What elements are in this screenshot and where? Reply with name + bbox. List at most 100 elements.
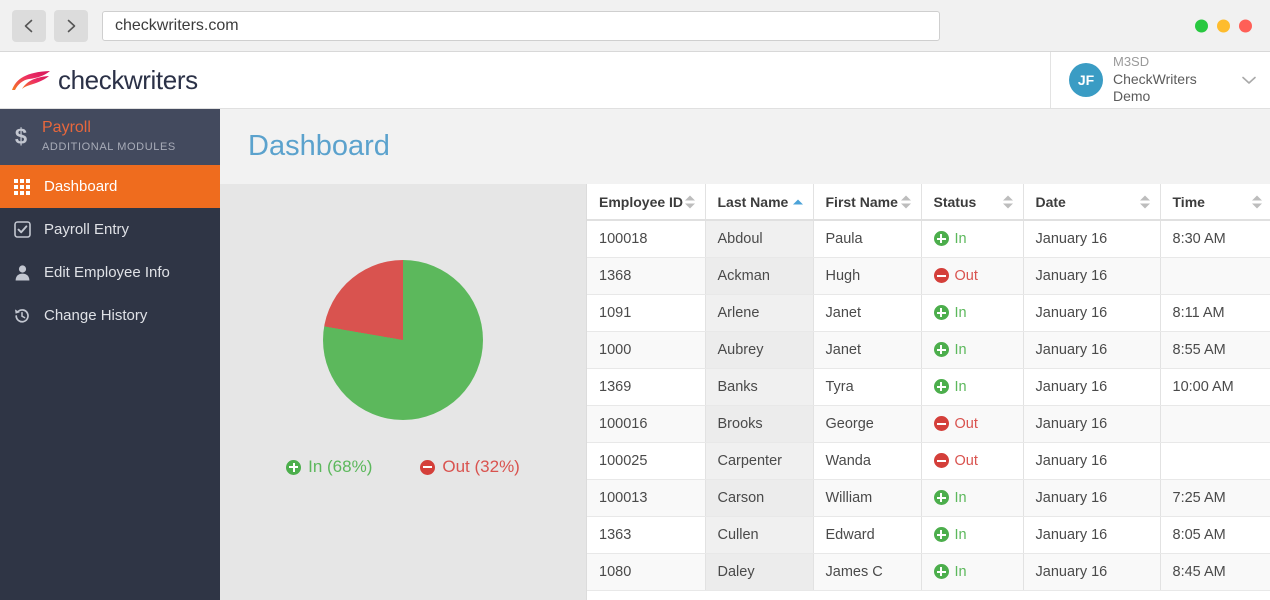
cell-employee-id: 100016 [587,405,705,442]
cell-employee-id: 100013 [587,479,705,516]
cell-employee-id: 1091 [587,294,705,331]
cell-first-name: William [813,479,921,516]
window-maximize-dot[interactable] [1217,19,1230,32]
cell-status: Out [921,442,1023,479]
cell-last-name: Carpenter [705,442,813,479]
status-badge: In [934,231,1011,247]
grid-icon [12,177,32,197]
column-header-label: Last Name [718,194,789,210]
column-header-label: Time [1173,194,1205,210]
sidebar-item-edit-employee-info[interactable]: Edit Employee Info [0,251,220,294]
cell-last-name: Carson [705,479,813,516]
cell-employee-id: 1369 [587,368,705,405]
user-menu[interactable]: JF M3SD CheckWriters Demo [1050,52,1270,108]
table-row[interactable]: 1080DaleyJames CInJanuary 168:45 AM [587,553,1270,590]
cell-date: January 16 [1023,368,1160,405]
user-meta: M3SD CheckWriters Demo [1113,54,1232,105]
minus-circle-icon [420,460,435,475]
cell-time: 7:25 AM [1160,479,1270,516]
column-header-status[interactable]: Status [921,184,1023,220]
cell-date: January 16 [1023,257,1160,294]
plus-circle-icon [934,527,949,542]
column-header-date[interactable]: Date [1023,184,1160,220]
window-controls [1195,19,1252,32]
cell-status: In [921,516,1023,553]
sidebar-item-label: Payroll Entry [44,221,129,238]
avatar: JF [1069,63,1103,97]
chevron-down-icon [1242,73,1256,88]
cell-last-name: Banks [705,368,813,405]
table-row[interactable]: 1091ArleneJanetInJanuary 168:11 AM [587,294,1270,331]
address-bar[interactable]: checkwriters.com [102,11,940,41]
sidebar-module-payroll[interactable]: $ Payroll ADDITIONAL MODULES [0,109,220,165]
column-header-employee-id[interactable]: Employee ID [587,184,705,220]
cell-time: 8:55 AM [1160,331,1270,368]
legend-item-in: In (68%) [286,457,372,477]
column-header-first-name[interactable]: First Name [813,184,921,220]
cell-last-name: Abdoul [705,220,813,257]
status-badge: Out [934,268,1011,284]
sidebar-item-payroll-entry[interactable]: Payroll Entry [0,208,220,251]
back-button[interactable] [12,10,46,42]
legend-item-out: Out (32%) [420,457,519,477]
table-row[interactable]: 1368AckmanHughOutJanuary 16 [587,257,1270,294]
status-badge: Out [934,453,1011,469]
history-icon [12,306,32,326]
status-badge: In [934,342,1011,358]
plus-circle-icon [934,231,949,246]
browser-toolbar: checkwriters.com [0,0,1270,52]
plus-circle-icon [934,342,949,357]
sidebar-item-change-history[interactable]: Change History [0,294,220,337]
table-row[interactable]: 1369BanksTyraInJanuary 1610:00 AM [587,368,1270,405]
table-row[interactable]: 100018AbdoulPaulaInJanuary 168:30 AM [587,220,1270,257]
legend-label-out: Out (32%) [442,457,519,477]
brand-name: checkwriters [58,65,198,96]
sidebar-item-label: Edit Employee Info [44,264,170,281]
cell-last-name: Arlene [705,294,813,331]
sidebar-item-dashboard[interactable]: Dashboard [0,165,220,208]
status-label: In [955,231,967,247]
status-pie-chart [323,260,483,420]
status-label: In [955,379,967,395]
plus-circle-icon [934,564,949,579]
table-row[interactable]: 100016BrooksGeorgeOutJanuary 16 [587,405,1270,442]
minus-circle-icon [934,453,949,468]
brand-logo[interactable]: checkwriters [0,65,198,96]
cell-first-name: Janet [813,294,921,331]
cell-first-name: Wanda [813,442,921,479]
forward-button[interactable] [54,10,88,42]
cell-first-name: Edward [813,516,921,553]
table-row[interactable]: 1000AubreyJanetInJanuary 168:55 AM [587,331,1270,368]
cell-time: 8:45 AM [1160,553,1270,590]
cell-time [1160,257,1270,294]
sort-toggle-icon [901,195,911,208]
cell-time: 8:11 AM [1160,294,1270,331]
employee-status-table-wrap[interactable]: Employee ID Last Name First NameStatusDate… [586,184,1270,600]
sort-toggle-icon [1252,195,1262,208]
cell-employee-id: 1080 [587,553,705,590]
status-badge: In [934,379,1011,395]
sort-asc-icon [793,199,803,204]
cell-date: January 16 [1023,516,1160,553]
table-row[interactable]: 1363CullenEdwardInJanuary 168:05 AM [587,516,1270,553]
user-icon [12,263,32,283]
column-header-time[interactable]: Time [1160,184,1270,220]
dashboard-body: In (68%) Out (32%) Employee ID Last Name F… [220,184,1270,600]
cell-first-name: Hugh [813,257,921,294]
sidebar: $ Payroll ADDITIONAL MODULES Dashboard P… [0,109,220,600]
cell-last-name: Brooks [705,405,813,442]
cell-status: In [921,294,1023,331]
window-close-dot[interactable] [1239,19,1252,32]
table-row[interactable]: 100013CarsonWilliamInJanuary 167:25 AM [587,479,1270,516]
cell-date: January 16 [1023,405,1160,442]
window-minimize-dot[interactable] [1195,19,1208,32]
cell-status: In [921,553,1023,590]
table-row[interactable]: 100025CarpenterWandaOutJanuary 16 [587,442,1270,479]
cell-last-name: Aubrey [705,331,813,368]
plus-circle-icon [286,460,301,475]
cell-date: January 16 [1023,294,1160,331]
chevron-left-icon [21,18,37,34]
column-header-last-name[interactable]: Last Name [705,184,813,220]
address-bar-text: checkwriters.com [115,17,239,35]
cell-date: January 16 [1023,220,1160,257]
